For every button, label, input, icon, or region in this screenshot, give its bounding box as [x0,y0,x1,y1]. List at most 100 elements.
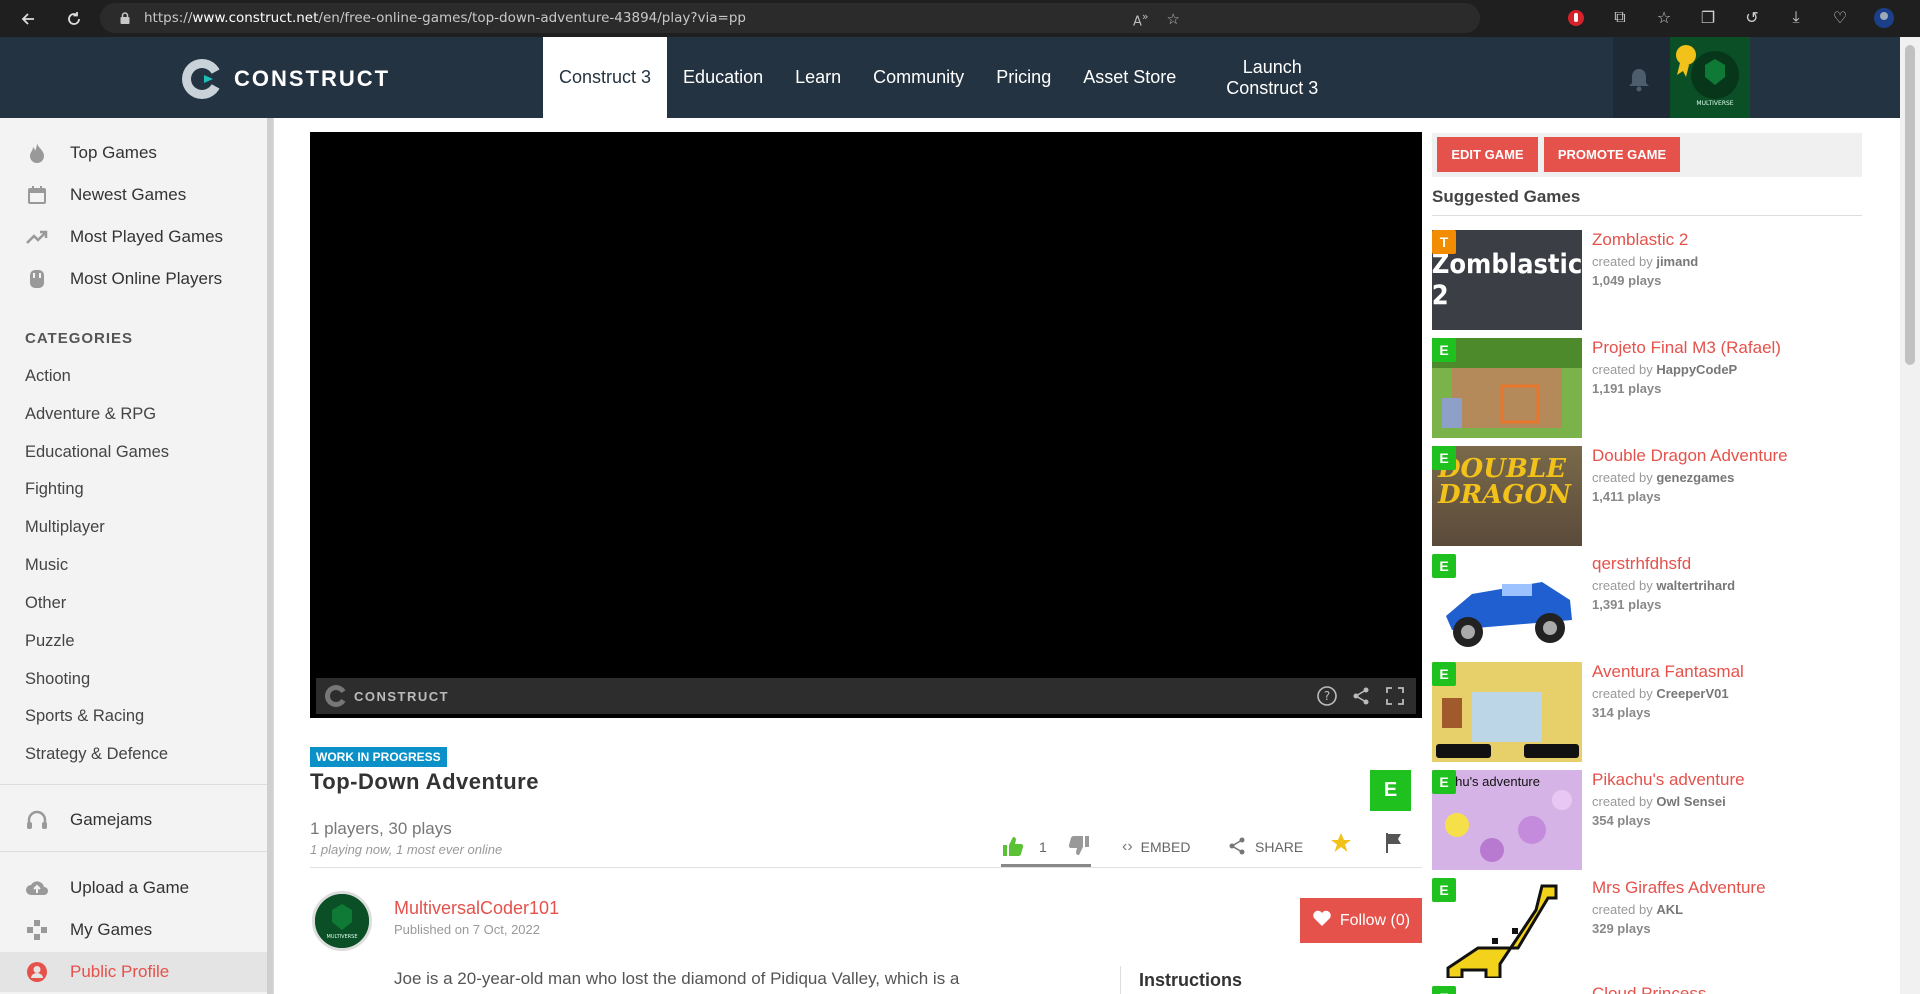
category-shooting[interactable]: Shooting [25,670,90,689]
calendar-icon [24,182,50,208]
sidebar-item-most-online[interactable]: Most Online Players [0,259,268,299]
suggested-game[interactable]: ikachu's adventure E Pikachu's adventure… [1432,770,1862,870]
category-multiplayer[interactable]: Multiplayer [25,518,105,537]
category-action[interactable]: Action [25,367,71,386]
thumb-title: DOUBLE DRAGON [1438,454,1571,510]
suggested-game-name[interactable]: Zomblastic 2 [1592,230,1688,250]
suggested-game-plays: 1,049 plays [1592,273,1662,288]
suggested-game-name[interactable]: Cloud Princess [1592,986,1706,994]
suggested-game-plays: 1,391 plays [1592,597,1662,612]
category-puzzle[interactable]: Puzzle [25,632,75,651]
category-educational[interactable]: Educational Games [25,443,169,462]
suggested-game-name[interactable]: qerstrhfdhsfd [1592,554,1691,574]
follow-button[interactable]: Follow (0) [1300,898,1422,943]
author-avatar[interactable]: MULTIVERSE [312,891,372,951]
nav-asset-store[interactable]: Asset Store [1067,37,1192,118]
left-sidebar: Top Games Newest Games Most Played Games… [0,118,274,994]
promote-game-button[interactable]: PROMOTE GAME [1544,137,1680,172]
cloud-upload-icon [24,875,50,901]
sidebar-item-label: Newest Games [70,185,187,204]
sidebar-divider [0,784,268,785]
collections-icon[interactable]: ❐ [1696,6,1720,30]
code-icon: ‹› [1122,838,1133,855]
category-fighting[interactable]: Fighting [25,480,84,499]
suggested-game-name[interactable]: Double Dragon Adventure [1592,446,1788,466]
downloads-icon[interactable]: ⤓ [1784,6,1808,30]
suggested-game[interactable]: E Projeto Final M3 (Rafael) created by H… [1432,338,1862,438]
profile-avatar-icon[interactable] [1872,6,1896,30]
category-sports-racing[interactable]: Sports & Racing [25,707,144,726]
sidebar-item-my-games[interactable]: My Games [0,910,268,950]
notification-bell-icon[interactable] [1620,65,1658,95]
sidebar-item-top-games[interactable]: Top Games [0,133,268,173]
suggested-game[interactable]: E Mrs Giraffes Adventure created by AKL … [1432,878,1862,978]
help-icon[interactable]: ? [1316,685,1338,707]
address-bar[interactable]: https://www.construct.net/en/free-online… [100,3,1480,33]
nav-education[interactable]: Education [667,37,779,118]
nav-construct-3[interactable]: Construct 3 [543,37,668,118]
page-scrollbar[interactable] [1900,37,1920,994]
suggested-game-name[interactable]: Projeto Final M3 (Rafael) [1592,338,1781,358]
favorite-star-icon[interactable] [1330,828,1352,858]
author-name-link[interactable]: MultiversalCoder101 [394,898,559,919]
extension-red-icon[interactable] [1564,6,1588,30]
edit-game-button[interactable]: EDIT GAME [1437,137,1538,172]
read-aloud-icon[interactable]: A» [1133,10,1149,29]
back-arrow-icon[interactable] [14,5,42,33]
suggested-game[interactable]: E qerstrhfdhsfd created by waltertrihard… [1432,554,1862,654]
fullscreen-icon[interactable] [1384,685,1406,707]
thumbs-up-icon[interactable] [1001,835,1025,860]
game-player-canvas[interactable] [310,132,1422,718]
embed-button[interactable]: ‹› EMBED [1122,832,1190,862]
suggested-game[interactable]: Zomblastic 2 T Zomblastic 2 created by j… [1432,230,1862,330]
game-rating-badge: E [1370,770,1411,811]
site-header: CONSTRUCT Construct 3 Education Learn Co… [0,37,1900,118]
published-date: Published on 7 Oct, 2022 [394,922,540,937]
refresh-icon[interactable] [60,5,88,33]
thumbs-down-icon[interactable] [1067,835,1091,860]
sidebar-item-newest-games[interactable]: Newest Games [0,175,268,215]
logo-text: CONSTRUCT [234,66,391,91]
extensions-puzzle-icon[interactable]: ⧉ [1608,6,1632,30]
thumb-title: Zomblastic 2 [1432,249,1582,311]
add-favorite-icon[interactable]: ☆ [1167,10,1180,29]
category-music[interactable]: Music [25,556,68,575]
suggested-game[interactable]: DOUBLE DRAGON E Double Dragon Adventure … [1432,446,1862,546]
url-path: /en/free-online-games/top-down-adventure… [318,10,747,26]
category-strategy-defence[interactable]: Strategy & Defence [25,745,168,764]
sidebar-scrollbar[interactable] [267,118,273,994]
heart-icon [1312,909,1332,932]
share-icon[interactable] [1350,685,1372,707]
favorites-icon[interactable]: ☆ [1652,6,1676,30]
history-icon[interactable]: ↺ [1740,6,1764,30]
sidebar-divider [0,851,268,852]
user-avatar[interactable]: MULTIVERSE [1670,37,1750,118]
suggested-game[interactable]: E Cloud Princess [1432,986,1862,994]
scrollbar-thumb[interactable] [1905,45,1915,365]
suggested-game[interactable]: E Aventura Fantasmal created by CreeperV… [1432,662,1862,762]
category-other[interactable]: Other [25,594,66,613]
sidebar-item-gamejams[interactable]: Gamejams [0,800,268,840]
browser-essentials-icon[interactable]: ♡ [1828,6,1852,30]
nav-launch-construct[interactable]: Launch Construct 3 [1192,37,1352,118]
suggested-game-name[interactable]: Pikachu's adventure [1592,770,1745,790]
sidebar-item-most-played[interactable]: Most Played Games [0,217,268,257]
nav-community[interactable]: Community [857,37,980,118]
suggested-game-name[interactable]: Mrs Giraffes Adventure [1592,878,1766,898]
suggested-game-name[interactable]: Aventura Fantasmal [1592,662,1744,682]
rating-badge: E [1432,986,1456,994]
rating-badge: T [1432,230,1456,254]
suggested-game-plays: 314 plays [1592,705,1651,720]
instructions-heading: Instructions [1139,970,1243,990]
rating-badge: E [1432,662,1456,686]
sidebar-item-upload[interactable]: Upload a Game [0,868,268,908]
sidebar-item-public-profile[interactable]: Public Profile [0,952,268,992]
nav-pricing[interactable]: Pricing [980,37,1067,118]
category-adventure-rpg[interactable]: Adventure & RPG [25,405,156,424]
report-flag-icon[interactable] [1384,828,1404,858]
sidebar-item-label: Public Profile [70,962,170,981]
construct-logo[interactable]: CONSTRUCT [180,57,390,101]
suggested-game-author: created by jimand [1592,254,1699,269]
share-button[interactable]: SHARE [1227,832,1303,862]
nav-learn[interactable]: Learn [779,37,857,118]
